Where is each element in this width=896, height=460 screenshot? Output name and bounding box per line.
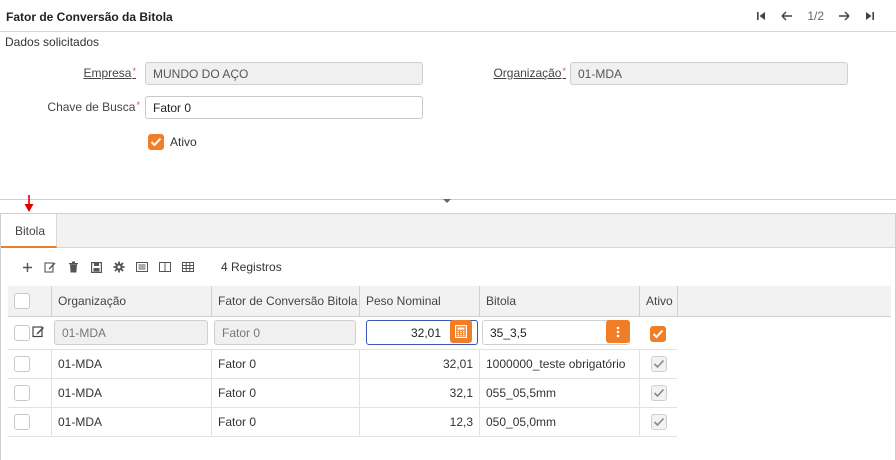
organizacao-cell: 01-MDA — [51, 379, 211, 408]
edit-organizacao-cell: 01-MDA — [51, 317, 211, 350]
table-row[interactable]: 01-MDA Fator 0 32,01 1000000_teste obrig… — [8, 350, 677, 379]
list-icon[interactable] — [136, 260, 148, 274]
table-row[interactable]: 01-MDA Fator 0 12,3 050_05,0mm — [8, 408, 677, 437]
check-icon — [653, 417, 665, 427]
edit-organizacao-field[interactable]: 01-MDA — [54, 320, 208, 345]
row-checkbox[interactable] — [14, 414, 30, 430]
last-record-icon[interactable] — [864, 9, 876, 23]
next-record-icon[interactable] — [838, 9, 850, 23]
col-bitola[interactable]: Bitola — [479, 286, 639, 317]
columns-icon[interactable] — [159, 260, 171, 274]
more-options-icon[interactable] — [606, 320, 630, 343]
calculator-icon[interactable] — [450, 320, 472, 343]
chave-busca-label: Chave de Busca* — [47, 100, 140, 114]
peso-cell: 32,1 — [359, 379, 479, 408]
organizacao-field[interactable]: 01-MDA — [570, 62, 848, 85]
row-checkbox[interactable] — [14, 385, 30, 401]
ativo-readonly-checkbox — [651, 385, 667, 401]
check-icon — [652, 329, 664, 339]
col-fator[interactable]: Fator de Conversão Bitola — [211, 286, 359, 317]
fator-cell: Fator 0 — [211, 379, 359, 408]
fator-cell: Fator 0 — [211, 408, 359, 437]
save-icon[interactable] — [90, 260, 102, 274]
edit-bitola-cell: 35_3,5 — [479, 317, 639, 350]
previous-record-icon[interactable] — [781, 9, 793, 23]
bitola-cell: 055_05,5mm — [479, 379, 639, 408]
ativo-cell — [639, 408, 677, 437]
tab-strip: Bitola — [1, 214, 895, 248]
ativo-cell — [639, 350, 677, 379]
table-row-editing[interactable]: 01-MDA Fator 0 32,01 35_3,5 — [8, 317, 677, 350]
tab-bitola[interactable]: Bitola — [1, 214, 57, 248]
row-select-cell — [8, 317, 51, 350]
organizacao-cell: 01-MDA — [51, 408, 211, 437]
edit-fator-cell: Fator 0 — [211, 317, 359, 350]
row-select-cell — [8, 379, 51, 408]
first-record-icon[interactable] — [755, 9, 767, 23]
edit-ativo-cell — [639, 317, 677, 350]
check-icon — [653, 388, 665, 398]
select-all-checkbox[interactable] — [14, 293, 30, 309]
section-label: Dados solicitados — [5, 35, 100, 49]
grid-header: Organização Fator de Conversão Bitola Pe… — [8, 286, 891, 317]
grid-icon[interactable] — [182, 260, 194, 274]
bitola-cell: 1000000_teste obrigatório — [479, 350, 639, 379]
select-all-header — [8, 286, 51, 317]
col-ativo[interactable]: Ativo — [639, 286, 677, 317]
ativo-checkbox[interactable] — [148, 134, 164, 150]
fator-cell: Fator 0 — [211, 350, 359, 379]
ativo-readonly-checkbox — [651, 356, 667, 372]
check-icon — [150, 137, 162, 147]
collapse-arrow-icon[interactable] — [443, 199, 451, 203]
table-row[interactable]: 01-MDA Fator 0 32,1 055_05,5mm — [8, 379, 677, 408]
empresa-label: Empresa* — [83, 66, 136, 80]
bitola-cell: 050_05,0mm — [479, 408, 639, 437]
edit-icon[interactable] — [44, 260, 56, 274]
organizacao-cell: 01-MDA — [51, 350, 211, 379]
detail-panel: Bitola 4 Registros Organização Fator de … — [0, 213, 896, 460]
peso-cell: 12,3 — [359, 408, 479, 437]
header-filler — [677, 286, 891, 317]
peso-cell: 32,01 — [359, 350, 479, 379]
row-edit-icon[interactable] — [32, 325, 45, 341]
col-peso-nominal[interactable]: Peso Nominal — [359, 286, 479, 317]
empresa-field[interactable]: MUNDO DO AÇO — [145, 62, 423, 85]
ativo-cell — [639, 379, 677, 408]
organizacao-label: Organização* — [493, 66, 566, 80]
row-checkbox[interactable] — [14, 356, 30, 372]
ativo-readonly-checkbox — [651, 414, 667, 430]
ativo-checkbox-group[interactable]: Ativo — [148, 134, 197, 150]
row-select-cell — [8, 408, 51, 437]
edit-fator-field[interactable]: Fator 0 — [214, 320, 356, 345]
row-checkbox[interactable] — [14, 325, 30, 341]
record-position: 1/2 — [807, 9, 824, 23]
grid-toolbar: 4 Registros — [21, 260, 282, 274]
ativo-label: Ativo — [170, 135, 197, 149]
plus-icon[interactable] — [21, 260, 33, 274]
check-icon — [653, 359, 665, 369]
window-titlebar: Fator de Conversão da Bitola 1/2 — [0, 0, 896, 32]
window-title: Fator de Conversão da Bitola — [6, 10, 173, 24]
chave-busca-input[interactable]: Fator 0 — [145, 96, 423, 119]
trash-icon[interactable] — [67, 260, 79, 274]
gear-icon[interactable] — [113, 260, 125, 274]
edit-peso-cell: 32,01 — [359, 317, 479, 350]
records-count: 4 Registros — [221, 260, 282, 274]
row-select-cell — [8, 350, 51, 379]
edit-ativo-checkbox[interactable] — [650, 326, 666, 342]
record-navigation: 1/2 — [755, 9, 876, 23]
col-organizacao[interactable]: Organização — [51, 286, 211, 317]
